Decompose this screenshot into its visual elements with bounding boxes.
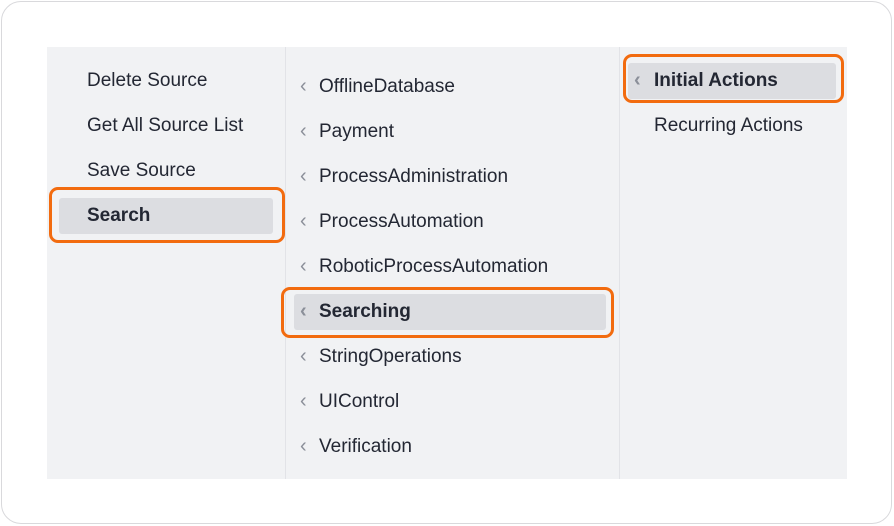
submenu-item-verification[interactable]: ‹ Verification [298,429,608,465]
menu-item-label: RoboticProcessAutomation [319,256,549,277]
menu-column-2: ‹ OfflineDatabase ‹ Payment ‹ ProcessAdm… [285,47,619,479]
chevron-left-icon: ‹ [300,435,307,457]
submenu-item-stringoperations[interactable]: ‹ StringOperations [298,339,608,375]
chevron-left-icon: ‹ [300,75,307,97]
chevron-left-icon: ‹ [300,210,307,232]
menu-item-label: ProcessAdministration [319,166,509,187]
chevron-left-icon: ‹ [300,390,307,412]
menu-item-label: Save Source [87,160,196,181]
menu-item-label: Recurring Actions [654,115,803,136]
menu-item-label: Payment [319,121,394,142]
menu-item-label: StringOperations [319,346,462,367]
cascading-menu: Delete Source Get All Source List Save S… [47,47,847,479]
menu-item-label: OfflineDatabase [319,76,455,97]
chevron-left-icon: ‹ [300,120,307,142]
highlight-frame-searching [281,287,614,338]
highlight-frame-search [49,187,285,243]
menu-column-3: ‹ Initial Actions Recurring Actions [619,47,847,479]
menu-column-1: Delete Source Get All Source List Save S… [47,47,285,479]
chevron-left-icon: ‹ [300,165,307,187]
highlight-frame-initial-actions [623,54,844,103]
submenu-item-processadministration[interactable]: ‹ ProcessAdministration [298,159,608,195]
submenu-item-processautomation[interactable]: ‹ ProcessAutomation [298,204,608,240]
menu-item-label: Verification [319,436,412,457]
menu-item-label: ProcessAutomation [319,211,484,232]
submenu-item-uicontrol[interactable]: ‹ UIControl [298,384,608,420]
chevron-left-icon: ‹ [300,255,307,277]
menu-item-delete-source[interactable]: Delete Source [87,63,267,99]
submenu-item-payment[interactable]: ‹ Payment [298,114,608,150]
menu-item-label: Get All Source List [87,115,244,136]
submenu-item-roboticprocessautomation[interactable]: ‹ RoboticProcessAutomation [298,249,608,285]
submenu-item-offlinedatabase[interactable]: ‹ OfflineDatabase [298,69,608,105]
menu-item-label: Delete Source [87,70,208,91]
chevron-left-icon: ‹ [300,345,307,367]
menu-item-get-all-source-list[interactable]: Get All Source List [87,108,277,144]
menu-item-save-source[interactable]: Save Source [87,153,267,189]
menu-item-label: UIControl [319,391,400,412]
submenu-item-recurring-actions[interactable]: Recurring Actions [654,108,844,144]
